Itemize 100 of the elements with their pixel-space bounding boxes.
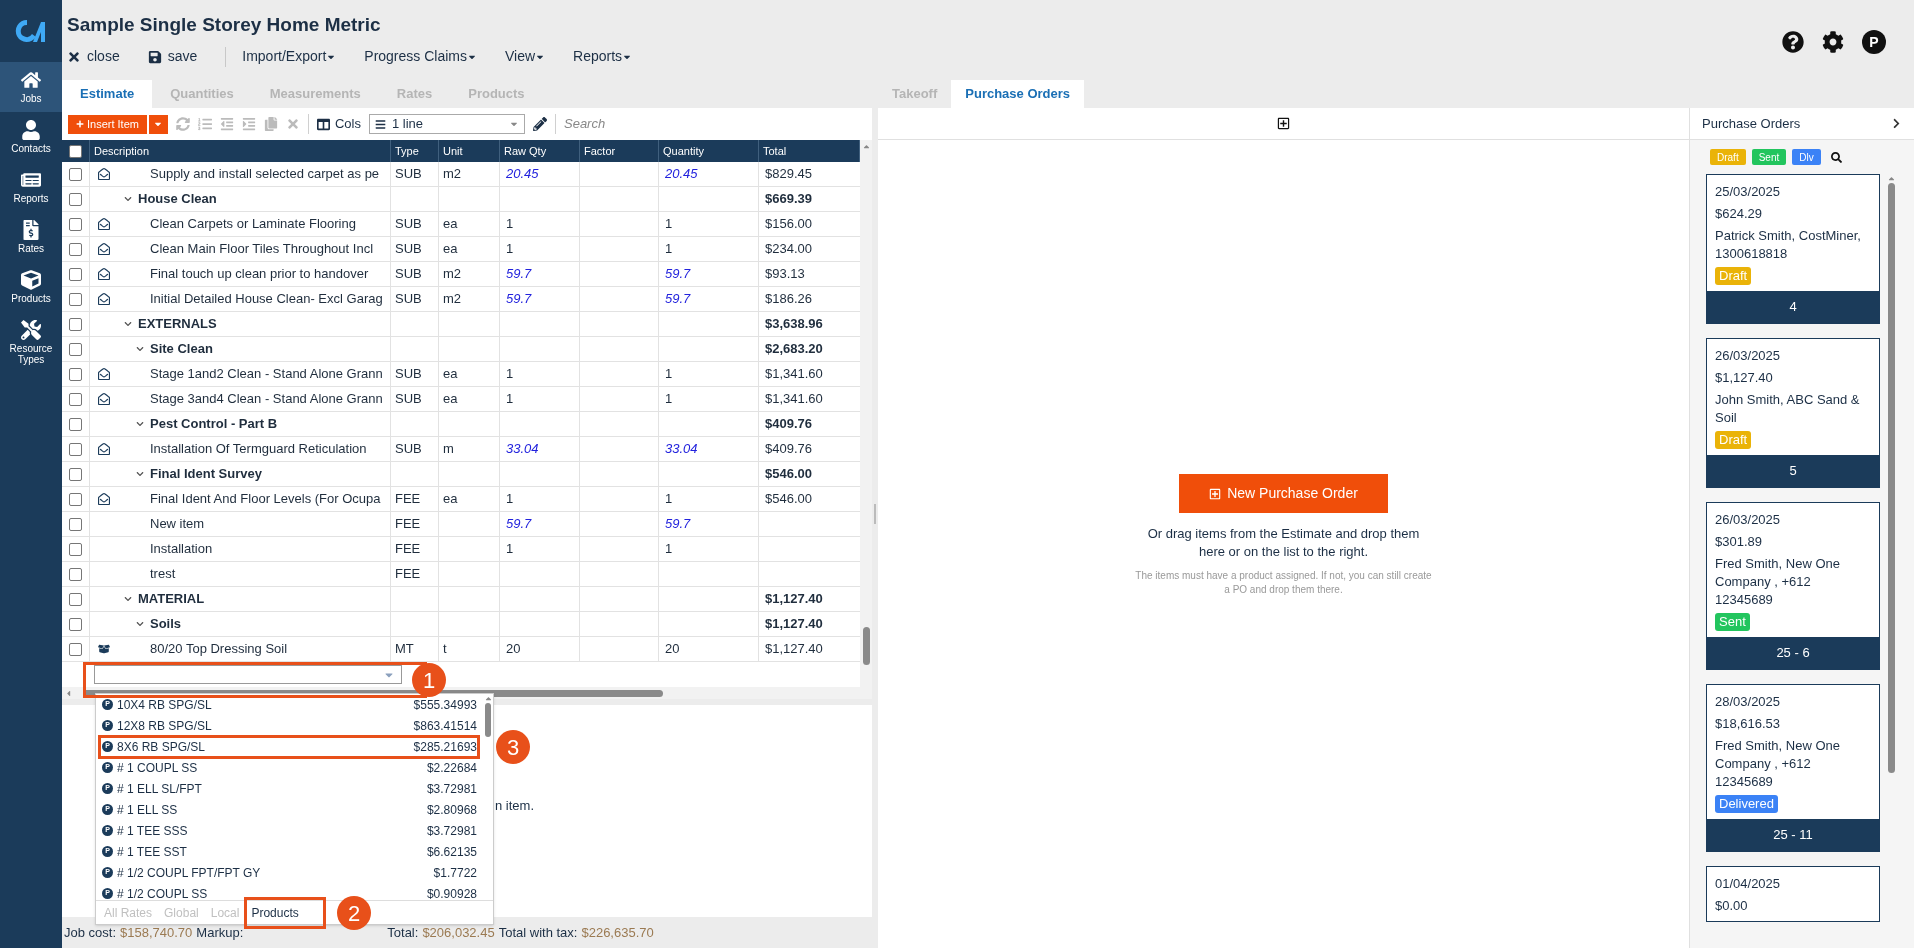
scroll-arrow-icon[interactable]	[483, 694, 493, 703]
checkbox[interactable]	[69, 592, 82, 606]
sidebar-item[interactable]: Rates	[0, 212, 62, 262]
settings-icon[interactable]	[1822, 31, 1844, 53]
total-cell-text: $1,127.40	[765, 590, 823, 609]
checkbox[interactable]	[69, 342, 82, 356]
scroll-thumb[interactable]	[862, 627, 870, 665]
chevron-icon[interactable]	[136, 470, 144, 478]
cube-icon	[21, 270, 41, 290]
checkbox[interactable]	[69, 267, 82, 281]
checkbox[interactable]	[69, 567, 82, 581]
lines-select[interactable]: 1 line	[369, 114, 525, 134]
menu-button[interactable]: Progress Claims	[364, 46, 477, 67]
checkbox[interactable]	[69, 367, 82, 381]
unit-cell-text: ea	[443, 390, 458, 409]
column-header[interactable]: Description	[94, 142, 150, 160]
cols-button[interactable]: Cols	[316, 114, 361, 134]
checkbox[interactable]	[69, 167, 82, 181]
column-header[interactable]: Type	[395, 142, 419, 160]
purchase-order-card[interactable]: 28/03/2025 $18,616.53 Fred Smith, New One Company , +612 12345689 Delivered 25 - 11	[1706, 684, 1880, 852]
dropdown-tab[interactable]: Products	[251, 903, 299, 922]
description-text: Final Ident And Floor Levels (For Ocupa	[150, 490, 381, 509]
user-avatar[interactable]: P	[1862, 30, 1886, 54]
insert-menu-button[interactable]	[148, 114, 168, 134]
sidebar-item[interactable]: Resource Types	[0, 312, 62, 373]
column-header[interactable]: Unit	[443, 142, 463, 160]
insert-item-button[interactable]: Insert Item	[68, 114, 147, 134]
total-cell-text: $669.39	[765, 190, 812, 209]
sidebar-item[interactable]: Jobs	[0, 62, 62, 112]
sidebar-item[interactable]: Products	[0, 262, 62, 312]
add-document-icon[interactable]	[1277, 117, 1290, 130]
checkbox[interactable]	[69, 542, 82, 556]
checkbox[interactable]	[69, 192, 82, 206]
envelope-icon	[98, 368, 110, 380]
checkbox[interactable]	[69, 517, 82, 531]
home-icon	[21, 70, 41, 90]
order-date: 01/04/2025	[1715, 875, 1782, 893]
scroll-arrow-icon[interactable]	[1886, 174, 1896, 183]
filter-button[interactable]: Dlv	[1792, 149, 1821, 165]
chevron-icon[interactable]	[136, 345, 144, 353]
menu-button[interactable]: View	[505, 46, 546, 67]
unit-cell-text: m2	[443, 165, 462, 184]
chevron-icon[interactable]	[136, 620, 144, 628]
checkbox[interactable]	[69, 217, 82, 231]
chevron-icon[interactable]	[1891, 118, 1902, 129]
chevron-icon[interactable]	[136, 420, 144, 428]
chevron-icon[interactable]	[124, 320, 132, 328]
scroll-thumb[interactable]	[485, 703, 491, 737]
scroll-arrow-icon[interactable]	[64, 688, 73, 698]
purchase-order-card[interactable]: 25/03/2025 $624.29 Patrick Smith, CostMiner, 1300618818 Draft 4	[1706, 174, 1880, 324]
checkbox[interactable]	[69, 617, 82, 631]
purchase-order-card[interactable]: 26/03/2025 $1,127.40 John Smith, ABC Sand & Soil Draft 5	[1706, 338, 1880, 488]
description-text: New item	[150, 515, 205, 534]
description-text: Installation	[150, 540, 213, 559]
user-icon	[21, 120, 41, 140]
product-note: The items must have a product assigned. If not, you can still create a PO and drop them there.	[1134, 569, 1433, 597]
tab[interactable]: Estimate	[62, 80, 153, 108]
quantity-cell-text: 20	[665, 640, 680, 659]
column-header[interactable]: Raw Qty	[504, 142, 547, 160]
search-icon[interactable]	[1830, 151, 1842, 163]
purchase-order-card[interactable]: 01/04/2025 $0.00	[1706, 866, 1880, 922]
checkbox[interactable]	[69, 144, 82, 158]
help-icon[interactable]	[1782, 31, 1804, 53]
unit-cell-text: t	[443, 640, 447, 659]
sidebar-item[interactable]: Reports	[0, 162, 62, 212]
pencil-icon[interactable]	[533, 117, 547, 131]
checkbox[interactable]	[69, 442, 82, 456]
new-purchase-order-button[interactable]: New Purchase Order	[1179, 474, 1388, 513]
menu-button[interactable]: close	[67, 46, 120, 67]
checkbox[interactable]	[69, 417, 82, 431]
checkbox[interactable]	[69, 292, 82, 306]
purchase-order-card[interactable]: 26/03/2025 $301.89 Fred Smith, New One Company , +612 12345689 Sent 25 - 6	[1706, 502, 1880, 670]
order-amount: $301.89	[1715, 533, 1763, 551]
checkbox[interactable]	[69, 492, 82, 506]
checkbox[interactable]	[69, 317, 82, 331]
scroll-arrow-icon[interactable]	[861, 142, 871, 151]
menu-button[interactable]: Reports	[573, 46, 633, 67]
product-combobox[interactable]	[94, 665, 402, 684]
box-icon	[98, 643, 110, 655]
column-header[interactable]: Quantity	[663, 142, 704, 160]
description-text: Clean Main Floor Tiles Throughout Incl	[150, 240, 374, 259]
chevron-icon[interactable]	[124, 195, 132, 203]
checkbox[interactable]	[69, 392, 82, 406]
vertical-scrollbar[interactable]	[860, 140, 872, 687]
description-text: MATERIAL	[138, 590, 205, 609]
menu-button[interactable]: save	[147, 46, 198, 67]
quantity-cell-text: 59.7	[665, 265, 691, 284]
menu-button[interactable]: Import/Export	[242, 46, 337, 67]
column-header[interactable]: Factor	[584, 142, 616, 160]
order-contact: Fred Smith, New One Company , +612 12345689	[1715, 555, 1841, 609]
checkbox[interactable]	[69, 642, 82, 656]
tools-icon	[21, 320, 41, 340]
scroll-thumb[interactable]	[1887, 183, 1895, 773]
checkbox[interactable]	[69, 467, 82, 481]
sidebar-item[interactable]: Contacts	[0, 112, 62, 162]
chevron-icon[interactable]	[124, 595, 132, 603]
checkbox[interactable]	[69, 242, 82, 256]
search-field[interactable]: Search	[564, 114, 866, 134]
tab[interactable]: Purchase Orders	[951, 80, 1085, 108]
column-header[interactable]: Total	[763, 142, 787, 160]
